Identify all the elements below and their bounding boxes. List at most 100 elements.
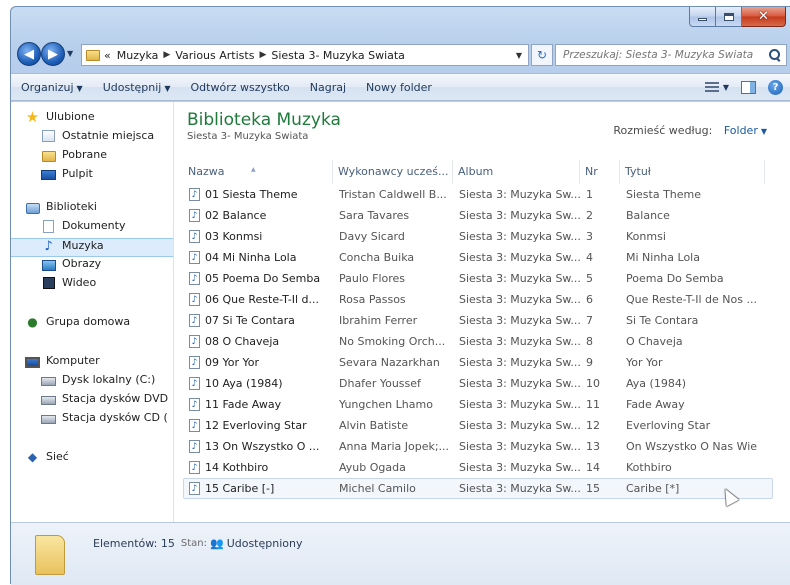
maximize-button[interactable] [716, 7, 742, 27]
hard-drive-icon [41, 377, 56, 386]
nav-label: Biblioteki [46, 200, 97, 213]
cell-number: 2 [586, 209, 593, 222]
nav-homegroup[interactable]: ● Grupa domowa [11, 315, 173, 334]
cell-album: Siesta 3: Muzyka Sw... [459, 251, 581, 264]
cell-title: Kothbiro [626, 461, 672, 474]
cell-artist: Michel Camilo [339, 482, 416, 495]
forward-button[interactable]: ▶ [41, 42, 65, 66]
table-row[interactable]: ♪ 06 Que Reste-T-Il d... Rosa Passos Siesta… [183, 289, 773, 310]
table-row[interactable]: ♪ 02 Balance Sara Tavares Siesta 3: Muzyka … [183, 205, 773, 226]
column-header-name[interactable]: Nazwa [183, 160, 333, 184]
table-row[interactable]: ♪ 08 O Chaveja No Smoking Orch... Siesta 3:… [183, 331, 773, 352]
nav-network[interactable]: ◆ Sieć [11, 450, 173, 469]
address-bar[interactable]: « Muzyka ▶ Various Artists ▶ Siesta 3- M… [81, 44, 529, 66]
audio-file-icon: ♪ [189, 251, 200, 264]
nav-documents[interactable]: Dokumenty [11, 219, 173, 238]
audio-file-icon: ♪ [189, 419, 200, 432]
libraries-icon [25, 202, 40, 214]
chevron-right-icon[interactable]: ▶ [163, 50, 170, 60]
change-view-button[interactable]: ▼ [704, 82, 729, 92]
nav-label: Ostatnie miejsca [62, 129, 155, 142]
arrange-dropdown[interactable]: Folder [724, 124, 758, 137]
breadcrumb-various-artists[interactable]: Various Artists [175, 49, 254, 62]
back-button[interactable]: ◀ [17, 42, 41, 66]
file-name: 08 O Chaveja [205, 335, 280, 348]
nav-label: Muzyka [62, 239, 104, 252]
state-label: Stan: [180, 538, 207, 549]
details-pane: Elementów: 15 Stan: 👥 Udostępniony [11, 522, 790, 585]
cell-name: ♪ 10 Aya (1984) [184, 377, 334, 390]
library-subtitle: Siesta 3- Muzyka Swiata [187, 131, 309, 142]
cell-name: ♪ 11 Fade Away [184, 398, 334, 411]
cell-artist: Anna Maria Jopek;... [339, 440, 450, 453]
table-row[interactable]: ♪ 12 Everloving Star Alvin Batiste Siesta 3… [183, 415, 773, 436]
nav-downloads[interactable]: Pobrane [11, 148, 173, 167]
refresh-button[interactable]: ↻ [531, 44, 553, 66]
table-row[interactable]: ♪ 04 Mi Ninha Lola Concha Buika Siesta 3: M… [183, 247, 773, 268]
table-row[interactable]: ♪ 09 Yor Yor Sevara Nazarkhan Siesta 3: Muz… [183, 352, 773, 373]
chevron-down-icon[interactable]: ▼ [761, 127, 767, 136]
cell-album: Siesta 3: Muzyka Sw... [459, 209, 581, 222]
nav-desktop[interactable]: Pulpit [11, 167, 173, 186]
breadcrumb-siesta[interactable]: Siesta 3- Muzyka Swiata [271, 49, 405, 62]
recent-pages-dropdown[interactable]: ▼ [67, 49, 73, 58]
search-input[interactable] [561, 48, 765, 62]
nav-videos[interactable]: Wideo [11, 276, 173, 295]
file-name: 03 Konmsi [205, 230, 263, 243]
chevron-right-icon[interactable]: ▶ [259, 50, 266, 60]
nav-cd-drive[interactable]: Stacja dysków CD ( [11, 411, 173, 430]
search-icon[interactable] [768, 48, 781, 62]
column-header-artists[interactable]: Wykonawcy ucześ... [333, 160, 453, 184]
nav-dvd-drive[interactable]: Stacja dysków DVD [11, 392, 173, 411]
item-count: Elementów: 15 [93, 537, 175, 550]
share-button[interactable]: Udostępnij ▼ [93, 81, 181, 94]
column-header-album[interactable]: Album [453, 160, 580, 184]
file-name: 01 Siesta Theme [205, 188, 298, 201]
cell-album: Siesta 3: Muzyka Sw... [459, 314, 581, 327]
breadcrumb-overflow[interactable]: « [104, 49, 111, 62]
search-box[interactable] [555, 44, 787, 66]
table-row[interactable]: ♪ 10 Aya (1984) Dhafer Youssef Siesta 3: Mu… [183, 373, 773, 394]
table-row[interactable]: ♪ 15 Caribe [-] Michel Camilo Siesta 3: Muz… [183, 478, 773, 499]
nav-label: Dokumenty [62, 219, 126, 232]
breadcrumb-muzyka[interactable]: Muzyka [117, 49, 159, 62]
nav-computer[interactable]: Komputer [11, 354, 173, 373]
nav-recent-places[interactable]: Ostatnie miejsca [11, 129, 173, 148]
cell-number: 11 [586, 398, 600, 411]
nav-local-disk[interactable]: Dysk lokalny (C:) [11, 373, 173, 392]
status-info: Elementów: 15 Stan: 👥 Udostępniony [93, 537, 302, 550]
navigation-pane: ★ Ulubione Ostatnie miejsca Pobrane Pulpi… [11, 102, 174, 522]
address-dropdown-icon[interactable]: ▼ [510, 51, 528, 60]
cell-name: ♪ 07 Si Te Contara [184, 314, 334, 327]
nav-libraries[interactable]: Biblioteki [11, 200, 173, 219]
new-folder-button[interactable]: Nowy folder [356, 81, 442, 94]
cell-album: Siesta 3: Muzyka Sw... [459, 398, 581, 411]
cell-title: Si Te Contara [626, 314, 699, 327]
audio-file-icon: ♪ [189, 209, 200, 222]
play-all-button[interactable]: Odtwórz wszystko [181, 81, 300, 94]
nav-music[interactable]: ♪ Muzyka [11, 238, 173, 257]
burn-button[interactable]: Nagraj [300, 81, 356, 94]
table-row[interactable]: ♪ 11 Fade Away Yungchen Lhamo Siesta 3: Muz… [183, 394, 773, 415]
table-row[interactable]: ♪ 03 Konmsi Davy Sicard Siesta 3: Muzyka Sw… [183, 226, 773, 247]
preview-pane-icon[interactable] [741, 80, 756, 94]
table-row[interactable]: ♪ 07 Si Te Contara Ibrahim Ferrer Siesta 3:… [183, 310, 773, 331]
nav-pictures[interactable]: Obrazy [11, 257, 173, 276]
file-name: 14 Kothbiro [205, 461, 269, 474]
table-row[interactable]: ♪ 14 Kothbiro Ayub Ogada Siesta 3: Muzyka S… [183, 457, 773, 478]
cell-title: Balance [626, 209, 670, 222]
close-button[interactable]: ✕ [742, 7, 786, 27]
help-icon[interactable]: ? [768, 79, 783, 95]
minimize-button[interactable] [689, 7, 716, 27]
table-row[interactable]: ♪ 01 Siesta Theme Tristan Caldwell B... Sie… [183, 184, 773, 205]
table-body: ♪ 01 Siesta Theme Tristan Caldwell B... Sie… [183, 184, 773, 499]
table-row[interactable]: ♪ 05 Poema Do Semba Paulo Flores Siesta 3: … [183, 268, 773, 289]
content-area: ★ Ulubione Ostatnie miejsca Pobrane Pulpi… [11, 102, 790, 522]
cell-number: 8 [586, 335, 593, 348]
column-header-title[interactable]: Tytuł [620, 160, 765, 184]
table-row[interactable]: ♪ 13 On Wszystko O ... Anna Maria Jopek;..… [183, 436, 773, 457]
homegroup-icon: ● [27, 315, 38, 329]
column-header-number[interactable]: Nr [580, 160, 620, 184]
organize-button[interactable]: Organizuj ▼ [11, 81, 93, 94]
nav-favorites[interactable]: ★ Ulubione [11, 110, 173, 129]
